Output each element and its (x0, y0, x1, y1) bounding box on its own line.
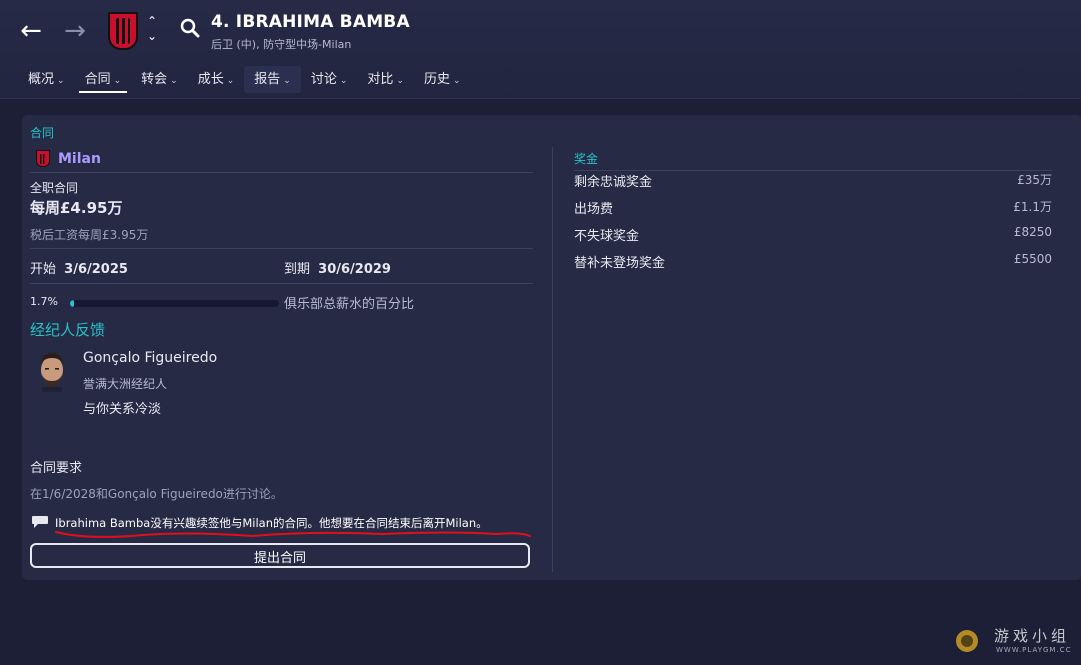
tab-history[interactable]: 历史 ⌄ (414, 66, 471, 93)
wage-percent-bar-fill (70, 300, 75, 307)
contract-end: 到期 30/6/2029 (284, 258, 391, 277)
agent-name[interactable]: Gonçalo Figueiredo (83, 350, 217, 366)
bonus-label: 剩余忠诚奖金 (574, 175, 653, 190)
tab-transfer[interactable]: 转会 ⌄ (131, 66, 188, 93)
wage-percent-value: 1.7% (30, 295, 58, 308)
watermark-logo: 游戏小组 WWW.PLAYGM.CC (952, 622, 1072, 660)
tab-reports[interactable]: 报告 ⌄ (244, 66, 301, 93)
tab-overview[interactable]: 概况 ⌄ (18, 66, 75, 93)
weekly-wage: 每周£4.95万 (30, 199, 123, 217)
bonus-row-clean-sheet: 不失球奖金 £8250 (574, 225, 1052, 244)
watermark-text: 游戏小组 (994, 627, 1071, 645)
agent-section-label: 经纪人反馈 (30, 321, 106, 339)
tab-contract[interactable]: 合同 ⌄ (75, 66, 132, 93)
contract-type: 全职合同 (30, 181, 79, 195)
discussion-date-text: 在1/6/2028和Gonçalo Figueiredo进行讨论。 (30, 487, 283, 501)
bonus-label: 不失球奖金 (574, 229, 640, 244)
tab-development[interactable]: 成长 ⌄ (188, 66, 245, 93)
agent-relationship: 与你关系冷淡 (83, 402, 162, 417)
watermark-url: WWW.PLAYGM.CC (996, 646, 1072, 654)
bonus-label: 替补未登场奖金 (574, 256, 666, 271)
divider (30, 248, 533, 249)
speech-bubble-icon (32, 516, 48, 528)
end-label: 到期 (284, 262, 311, 277)
bonus-row-loyalty: 剩余忠诚奖金 £35万 (574, 171, 1052, 190)
agent-avatar[interactable] (36, 350, 68, 392)
bonus-value: £8250 (1013, 225, 1052, 239)
back-arrow-icon[interactable]: ← (14, 14, 48, 48)
player-tabs: 概况 ⌄ 合同 ⌄ 转会 ⌄ 成长 ⌄ 报告 ⌄ 讨论 ⌄ 对比 ⌄ 历史 ⌄ (18, 66, 471, 93)
tab-discuss[interactable]: 讨论 ⌄ (301, 66, 358, 93)
club-link-row: Milan (36, 150, 101, 167)
forward-arrow-icon[interactable]: → (58, 14, 92, 48)
divider (30, 172, 533, 173)
player-header: ← → ⌃ ⌄ 4. IBRAHIMA BAMBA 后卫 (中), 防守型中场-M… (0, 0, 1081, 99)
wage-percent-label: 俱乐部总薪水的百分比 (284, 297, 415, 312)
after-tax-wage: 税后工资每周£3.95万 (30, 228, 149, 242)
bonus-value: £1.1万 (1013, 200, 1052, 214)
start-date: 3/6/2025 (64, 262, 128, 277)
search-icon[interactable] (180, 18, 200, 38)
club-crest-small-icon (36, 150, 50, 167)
red-underline-annotation (55, 531, 531, 538)
end-date: 30/6/2029 (318, 262, 391, 277)
up-down-chevron-icon[interactable]: ⌃ ⌄ (144, 14, 160, 44)
offer-contract-button[interactable]: 提出合同 (30, 543, 530, 568)
player-name-title: 4. IBRAHIMA BAMBA (211, 12, 410, 32)
start-label: 开始 (30, 262, 57, 277)
bonus-section-label: 奖金 (574, 152, 599, 166)
contract-section-label: 合同 (30, 126, 55, 140)
divider (30, 283, 533, 284)
watermark-mascot-icon (956, 630, 978, 652)
bonus-value: £5500 (1013, 252, 1052, 266)
bonus-label: 出场费 (574, 202, 614, 217)
contract-demands-title: 合同要求 (30, 461, 83, 476)
tab-compare[interactable]: 对比 ⌄ (357, 66, 414, 93)
player-position-subtitle: 后卫 (中), 防守型中场-Milan (211, 38, 352, 51)
contract-panel: 合同 Milan 全职合同 每周£4.95万 税后工资每周£3.95万 开始 3… (22, 115, 1081, 580)
contract-start: 开始 3/6/2025 (30, 258, 128, 277)
wage-percent-bar (70, 300, 279, 307)
club-crest-icon[interactable] (108, 12, 138, 50)
column-divider (552, 147, 553, 572)
bonus-row-appearance: 出场费 £1.1万 (574, 198, 1052, 217)
bonus-row-unused-sub: 替补未登场奖金 £5500 (574, 252, 1052, 271)
agent-reputation: 誉满大洲经纪人 (83, 377, 168, 391)
club-link[interactable]: Milan (58, 151, 101, 167)
bonus-value: £35万 (1017, 173, 1052, 187)
